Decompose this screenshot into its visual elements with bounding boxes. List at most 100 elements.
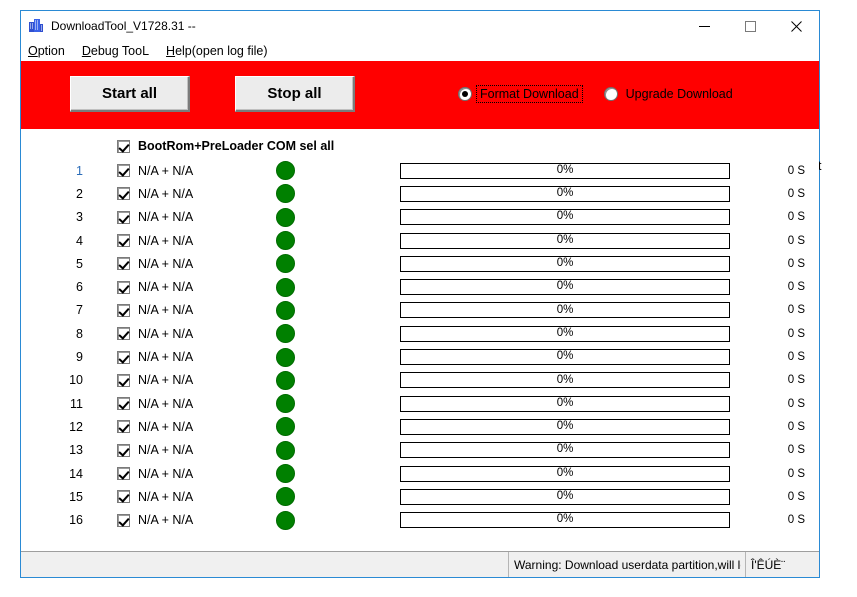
status-indicator-icon bbox=[276, 464, 295, 483]
row-port-label: N/A + N/A bbox=[138, 280, 194, 295]
menu-item-debug-tool[interactable]: Debug TooL bbox=[82, 44, 149, 58]
row-select-checkbox[interactable]: N/A + N/A bbox=[117, 467, 193, 481]
start-all-button[interactable]: Start all bbox=[70, 76, 190, 112]
table-row[interactable]: 2 N/A + N/A 0% 0 S bbox=[21, 182, 819, 205]
table-row[interactable]: 4 N/A + N/A 0% 0 S bbox=[21, 229, 819, 252]
status-indicator-icon bbox=[276, 347, 295, 367]
row-number: 7 bbox=[76, 303, 83, 318]
row-port-label: N/A + N/A bbox=[138, 326, 194, 341]
row-number: 13 bbox=[69, 443, 83, 458]
row-select-checkbox[interactable]: N/A + N/A bbox=[117, 397, 193, 411]
row-select-checkbox[interactable]: N/A + N/A bbox=[117, 513, 193, 527]
row-select-checkbox[interactable]: N/A + N/A bbox=[117, 280, 193, 294]
download-mode-radio-group: Format Download Upgrade Download bbox=[458, 85, 758, 103]
progress-bar: 0% bbox=[400, 512, 730, 529]
table-row[interactable]: 16 N/A + N/A 0% 0 S bbox=[21, 508, 819, 531]
progress-label: 0% bbox=[556, 210, 574, 223]
row-port-label: N/A + N/A bbox=[138, 303, 194, 318]
row-select-checkbox[interactable]: N/A + N/A bbox=[117, 443, 193, 457]
row-port-label: N/A + N/A bbox=[138, 350, 194, 365]
close-button[interactable] bbox=[773, 11, 819, 42]
elapsed-time-label: 0 S bbox=[787, 164, 805, 177]
select-all-checkbox[interactable]: BootRom+PreLoader COM sel all bbox=[117, 139, 334, 153]
checkbox-checked-icon bbox=[117, 303, 130, 317]
progress-label: 0% bbox=[556, 420, 574, 433]
progress-bar: 0% bbox=[400, 255, 730, 272]
row-select-checkbox[interactable]: N/A + N/A bbox=[117, 373, 193, 387]
row-port-label: N/A + N/A bbox=[138, 396, 194, 411]
table-row[interactable]: 6 N/A + N/A 0% 0 S bbox=[21, 275, 819, 298]
elapsed-time-label: 0 S bbox=[787, 490, 805, 503]
radio-label-upgrade-download: Upgrade Download bbox=[625, 87, 733, 101]
status-indicator-icon bbox=[276, 417, 295, 437]
maximize-button[interactable] bbox=[727, 11, 773, 42]
row-number: 14 bbox=[69, 466, 83, 481]
table-row[interactable]: 9 N/A + N/A 0% 0 S bbox=[21, 345, 819, 368]
progress-bar: 0% bbox=[400, 372, 730, 389]
checkbox-checked-icon bbox=[117, 490, 130, 504]
menu-accel-option: O bbox=[28, 44, 38, 58]
table-row[interactable]: 11 N/A + N/A 0% 0 S bbox=[21, 392, 819, 415]
menu-label-debug-tool: ebug TooL bbox=[90, 44, 150, 58]
row-select-checkbox[interactable]: N/A + N/A bbox=[117, 350, 193, 364]
window-title: DownloadTool_V1728.31 -- bbox=[51, 19, 196, 33]
elapsed-time-label: 0 S bbox=[787, 514, 805, 527]
table-row[interactable]: 13 N/A + N/A 0% 0 S bbox=[21, 439, 819, 462]
window-controls bbox=[681, 11, 819, 42]
elapsed-time-label: 0 S bbox=[787, 187, 805, 200]
row-select-checkbox[interactable]: N/A + N/A bbox=[117, 164, 193, 178]
menu-item-option[interactable]: Option bbox=[28, 44, 65, 58]
row-select-checkbox[interactable]: N/A + N/A bbox=[117, 257, 193, 271]
row-select-checkbox[interactable]: N/A + N/A bbox=[117, 234, 193, 248]
table-row[interactable]: 3 N/A + N/A 0% 0 S bbox=[21, 206, 819, 229]
row-select-checkbox[interactable]: N/A + N/A bbox=[117, 210, 193, 224]
progress-label: 0% bbox=[556, 187, 574, 200]
table-row[interactable]: 7 N/A + N/A 0% 0 S bbox=[21, 299, 819, 322]
status-indicator-icon bbox=[276, 184, 295, 204]
progress-bar: 0% bbox=[400, 325, 730, 342]
menu-item-help[interactable]: Help(open log file) bbox=[166, 44, 267, 58]
status-indicator-icon bbox=[276, 324, 295, 344]
table-row[interactable]: 10 N/A + N/A 0% 0 S bbox=[21, 369, 819, 392]
row-select-checkbox[interactable]: N/A + N/A bbox=[117, 303, 193, 317]
row-port-label: N/A + N/A bbox=[138, 443, 194, 458]
menu-label-option: ption bbox=[37, 44, 65, 58]
table-row[interactable]: 12 N/A + N/A 0% 0 S bbox=[21, 415, 819, 438]
table-row[interactable]: 5 N/A + N/A 0% 0 S bbox=[21, 252, 819, 275]
row-port-label: N/A + N/A bbox=[138, 256, 194, 271]
checkbox-checked-icon bbox=[117, 257, 130, 271]
title-bar: DownloadTool_V1728.31 -- bbox=[21, 10, 819, 41]
row-select-checkbox[interactable]: N/A + N/A bbox=[117, 187, 193, 201]
menu-accel-debug-tool: D bbox=[81, 44, 91, 58]
minimize-button[interactable] bbox=[681, 11, 727, 42]
row-port-label: N/A + N/A bbox=[138, 233, 194, 248]
radio-format-download[interactable]: Format Download bbox=[458, 85, 583, 103]
status-indicator-icon bbox=[276, 487, 295, 507]
stop-all-button[interactable]: Stop all bbox=[235, 76, 355, 112]
row-select-checkbox[interactable]: N/A + N/A bbox=[117, 490, 193, 504]
row-select-checkbox[interactable]: N/A + N/A bbox=[117, 420, 193, 434]
menu-accel-help: H bbox=[166, 44, 176, 58]
elapsed-time-label: 0 S bbox=[787, 304, 805, 317]
app-chip-icon bbox=[28, 18, 44, 34]
status-indicator-icon bbox=[276, 207, 295, 227]
row-number: 9 bbox=[76, 350, 83, 365]
progress-bar: 0% bbox=[400, 442, 730, 459]
progress-bar: 0% bbox=[400, 488, 730, 505]
table-row[interactable]: 14 N/A + N/A 0% 0 S bbox=[21, 462, 819, 485]
table-row[interactable]: 15 N/A + N/A 0% 0 S bbox=[21, 485, 819, 508]
row-number: 1 bbox=[76, 163, 83, 178]
elapsed-time-label: 0 S bbox=[787, 257, 805, 270]
row-number: 12 bbox=[69, 419, 83, 434]
table-row[interactable]: 1 N/A + N/A 0% 0 S bbox=[21, 159, 819, 182]
row-number: 15 bbox=[69, 489, 83, 504]
checkbox-checked-icon bbox=[117, 443, 130, 457]
elapsed-time-label: 0 S bbox=[787, 234, 805, 247]
row-select-checkbox[interactable]: N/A + N/A bbox=[117, 327, 193, 341]
table-row[interactable]: 8 N/A + N/A 0% 0 S bbox=[21, 322, 819, 345]
radio-upgrade-download[interactable]: Upgrade Download bbox=[603, 86, 736, 102]
checkbox-checked-icon bbox=[117, 234, 130, 248]
checkbox-checked-icon bbox=[117, 513, 130, 527]
progress-label: 0% bbox=[556, 303, 574, 316]
application-window: DownloadTool_V1728.31 -- Option Debug To… bbox=[20, 10, 821, 578]
